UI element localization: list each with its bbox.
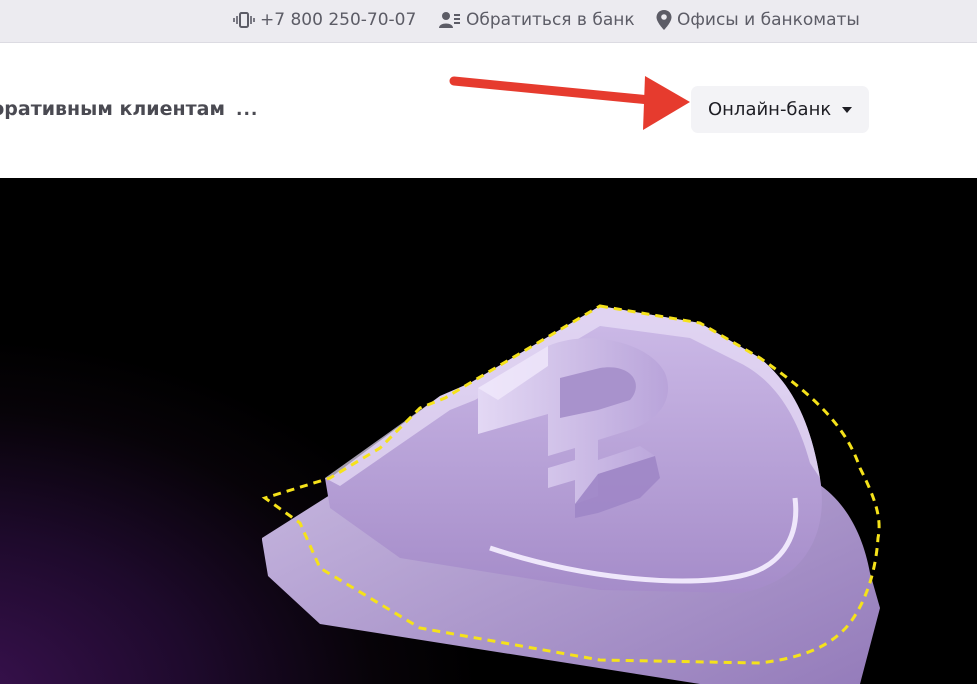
nav-more-button[interactable]: ...	[236, 100, 258, 120]
hero-banner	[0, 178, 977, 684]
ruble-shield-illustration	[261, 304, 881, 684]
top-utility-bar: +7 800 250-70-07 Обратиться в банк Офисы…	[0, 0, 977, 43]
phone-link[interactable]: +7 800 250-70-07	[233, 9, 416, 31]
online-bank-dropdown[interactable]: Онлайн-банк	[691, 86, 869, 133]
offices-atms-link[interactable]: Офисы и банкоматы	[656, 9, 860, 31]
online-bank-label: Онлайн-банк	[708, 99, 832, 120]
caret-down-icon	[842, 106, 853, 113]
nav-corporate-label: Корпоративным клиентам	[0, 98, 225, 120]
contact-label: Обратиться в банк	[466, 10, 635, 30]
contact-bank-link[interactable]: Обратиться в банк	[439, 9, 635, 31]
nav-corporate-clients[interactable]: Корпоративным клиентам	[0, 98, 225, 120]
phone-vibrate-icon	[233, 12, 255, 28]
user-card-icon	[439, 12, 460, 28]
phone-label: +7 800 250-70-07	[260, 10, 417, 30]
offices-label: Офисы и банкоматы	[677, 10, 860, 30]
main-navbar: Корпоративным клиентам ... Онлайн-банк	[0, 43, 977, 178]
map-pin-icon	[656, 10, 672, 30]
